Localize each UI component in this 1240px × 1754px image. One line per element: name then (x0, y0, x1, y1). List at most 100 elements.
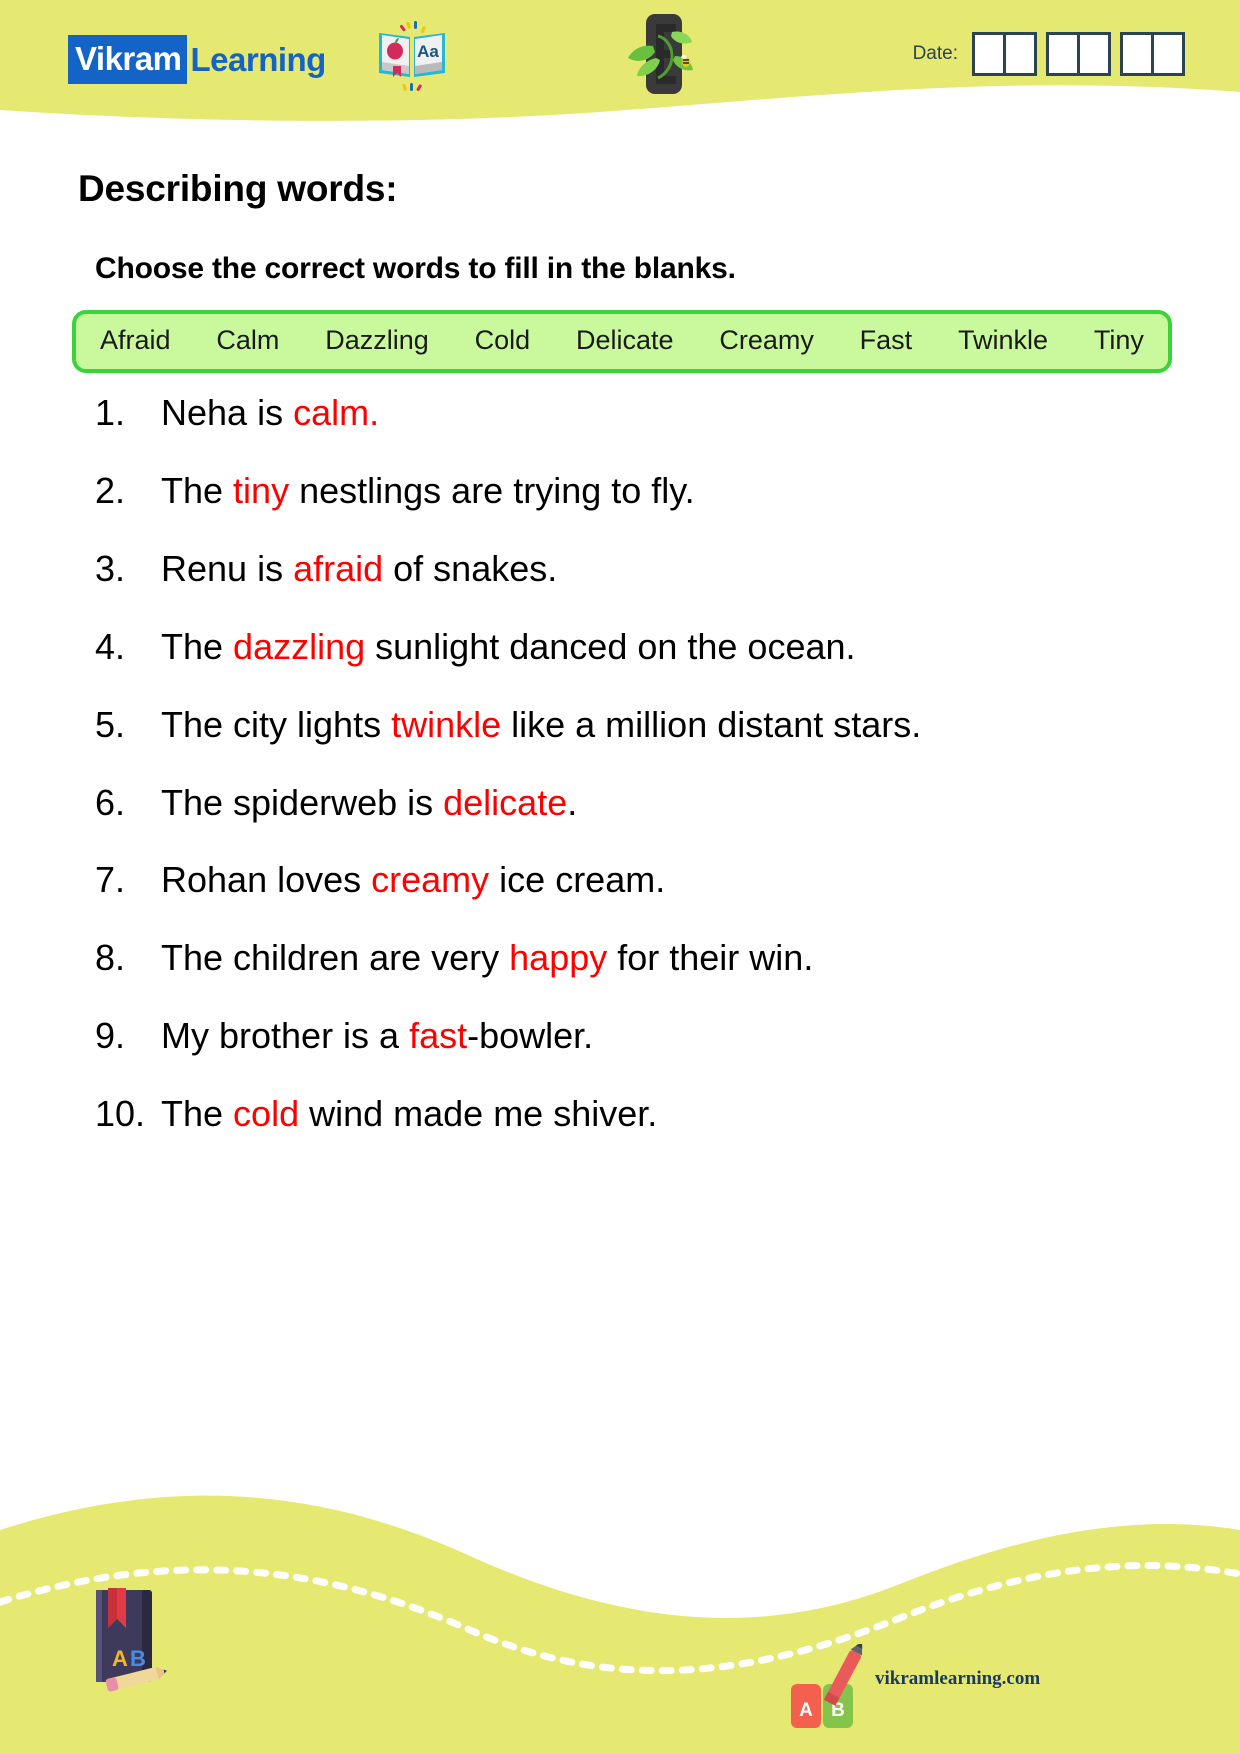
question-text: Neha is calm. (161, 391, 1180, 435)
ab-blocks-pencil-icon: A B (791, 1644, 863, 1728)
question-text: The city lights twinkle like a million d… (161, 703, 1180, 747)
question-text-before: The spiderweb is (161, 781, 444, 823)
question-item: 7. Rohan loves creamy ice cream. (0, 858, 1240, 902)
question-text-before: The (161, 1093, 234, 1135)
instruction-text: Choose the correct words to fill in the … (95, 252, 736, 285)
date-cell[interactable] (1123, 35, 1151, 73)
question-number: 2. (95, 469, 126, 511)
question-number: 4. (95, 625, 126, 667)
answer-word: dazzling (233, 625, 366, 667)
question-text-after: for their win. (607, 937, 814, 979)
svg-text:Aa: Aa (417, 42, 439, 61)
green-leaf-letter-icon (628, 14, 693, 94)
question-number: 6. (95, 781, 126, 823)
page-header: Vikram Learning Aa Date: (0, 0, 1240, 140)
question-text: My brother is a fast-bowler. (161, 1014, 1180, 1058)
answer-word: tiny (233, 469, 290, 511)
svg-text:A: A (799, 1700, 813, 1721)
question-text: The cold wind made me shiver. (161, 1092, 1180, 1136)
answer-word: delicate (443, 781, 568, 823)
question-text-after: like a million distant stars. (501, 703, 922, 745)
date-group-month[interactable] (1046, 32, 1111, 76)
date-group-year[interactable] (1120, 32, 1185, 76)
question-text: Renu is afraid of snakes. (161, 547, 1180, 591)
word-bank-item[interactable]: Twinkle (958, 325, 1048, 356)
question-text-before: The children are very (161, 937, 510, 979)
page-footer: A B A B vikramlearning.com (0, 1434, 1240, 1754)
question-item: 3. Renu is afraid of snakes. (0, 547, 1240, 591)
date-boxes[interactable] (972, 32, 1185, 76)
question-text-before: The city lights (161, 703, 392, 745)
word-bank: Afraid Calm Dazzling Cold Delicate Creamy Fast… (72, 310, 1172, 373)
question-text: The children are very happy for their wi… (161, 936, 1180, 980)
word-bank-item[interactable]: Afraid (100, 325, 171, 356)
answer-word: calm. (293, 392, 380, 433)
question-number: 1. (95, 392, 126, 433)
question-number: 10. (95, 1093, 146, 1135)
footer-wave-background (0, 1495, 1240, 1754)
question-item: 1. Neha is calm. (0, 391, 1240, 435)
svg-text:B: B (130, 1646, 146, 1671)
date-cell[interactable] (1151, 35, 1182, 73)
svg-text:A: A (112, 1646, 128, 1671)
question-text-before: Rohan loves (161, 859, 372, 901)
answer-word: cold (233, 1093, 300, 1135)
question-number: 5. (95, 703, 126, 745)
question-text: The spiderweb is delicate. (161, 781, 1180, 825)
word-bank-item[interactable]: Creamy (719, 325, 814, 356)
question-number: 9. (95, 1015, 126, 1057)
question-item: 8. The children are very happy for their… (0, 936, 1240, 980)
answer-word: happy (509, 937, 608, 979)
question-list: 1. Neha is calm. 2. The tiny nestlings are … (0, 391, 1240, 1136)
date-field[interactable]: Date: (913, 32, 1185, 76)
date-cell[interactable] (1077, 35, 1108, 73)
question-number: 8. (95, 937, 126, 979)
date-cell[interactable] (1003, 35, 1034, 73)
brand-logo[interactable]: Vikram Learning (68, 34, 326, 84)
answer-word: twinkle (391, 703, 502, 745)
ab-notebook-pencil-icon: A B (96, 1588, 167, 1692)
question-text: Rohan loves creamy ice cream. (161, 858, 1180, 902)
question-item: 5. The city lights twinkle like a millio… (0, 703, 1240, 747)
question-number: 3. (95, 547, 126, 589)
word-bank-item[interactable]: Fast (860, 325, 913, 356)
question-text: The tiny nestlings are trying to fly. (161, 469, 1180, 513)
question-item: 9. My brother is a fast-bowler. (0, 1014, 1240, 1058)
question-text-after: of snakes. (383, 547, 558, 589)
open-book-apple-aa-icon: Aa (379, 21, 445, 91)
page-title: Describing words: (78, 168, 398, 209)
word-bank-item[interactable]: Dazzling (325, 325, 429, 356)
question-item: 6. The spiderweb is delicate. (0, 781, 1240, 825)
word-bank-item[interactable]: Calm (216, 325, 279, 356)
question-item: 10. The cold wind made me shiver. (0, 1092, 1240, 1136)
word-bank-item[interactable]: Cold (475, 325, 531, 356)
question-text-before: The (161, 625, 234, 667)
question-item: 2. The tiny nestlings are trying to fly. (0, 469, 1240, 513)
word-bank-item[interactable]: Delicate (576, 325, 674, 356)
date-cell[interactable] (1049, 35, 1077, 73)
website-url: vikramlearning.com (875, 1668, 1041, 1689)
answer-word: afraid (293, 547, 384, 589)
question-text-before: Renu is (161, 547, 294, 589)
date-group-day[interactable] (972, 32, 1037, 76)
question-text-before: My brother is a (161, 1015, 410, 1057)
answer-word: fast (409, 1015, 468, 1057)
question-text-after: nestlings are trying to fly. (289, 469, 695, 511)
svg-text:B: B (831, 1700, 845, 1721)
question-text-after: -bowler. (467, 1015, 594, 1057)
question-text-after: . (567, 781, 578, 823)
question-text-after: ice cream. (489, 859, 666, 901)
question-text-before: Neha is (161, 392, 294, 433)
question-number: 7. (95, 859, 126, 901)
question-text-after: wind made me shiver. (299, 1093, 658, 1135)
question-text: The dazzling sunlight danced on the ocea… (161, 625, 1180, 669)
question-item: 4. The dazzling sunlight danced on the o… (0, 625, 1240, 669)
date-cell[interactable] (975, 35, 1003, 73)
date-label: Date: (912, 43, 958, 64)
worksheet-body: Describing words: Choose the correct wor… (0, 140, 1240, 1170)
answer-word: creamy (371, 859, 490, 901)
word-bank-item[interactable]: Tiny (1094, 325, 1144, 356)
question-text-before: The (161, 469, 234, 511)
brand-badge: Vikram (68, 34, 188, 84)
brand-word: Learning (190, 40, 326, 78)
